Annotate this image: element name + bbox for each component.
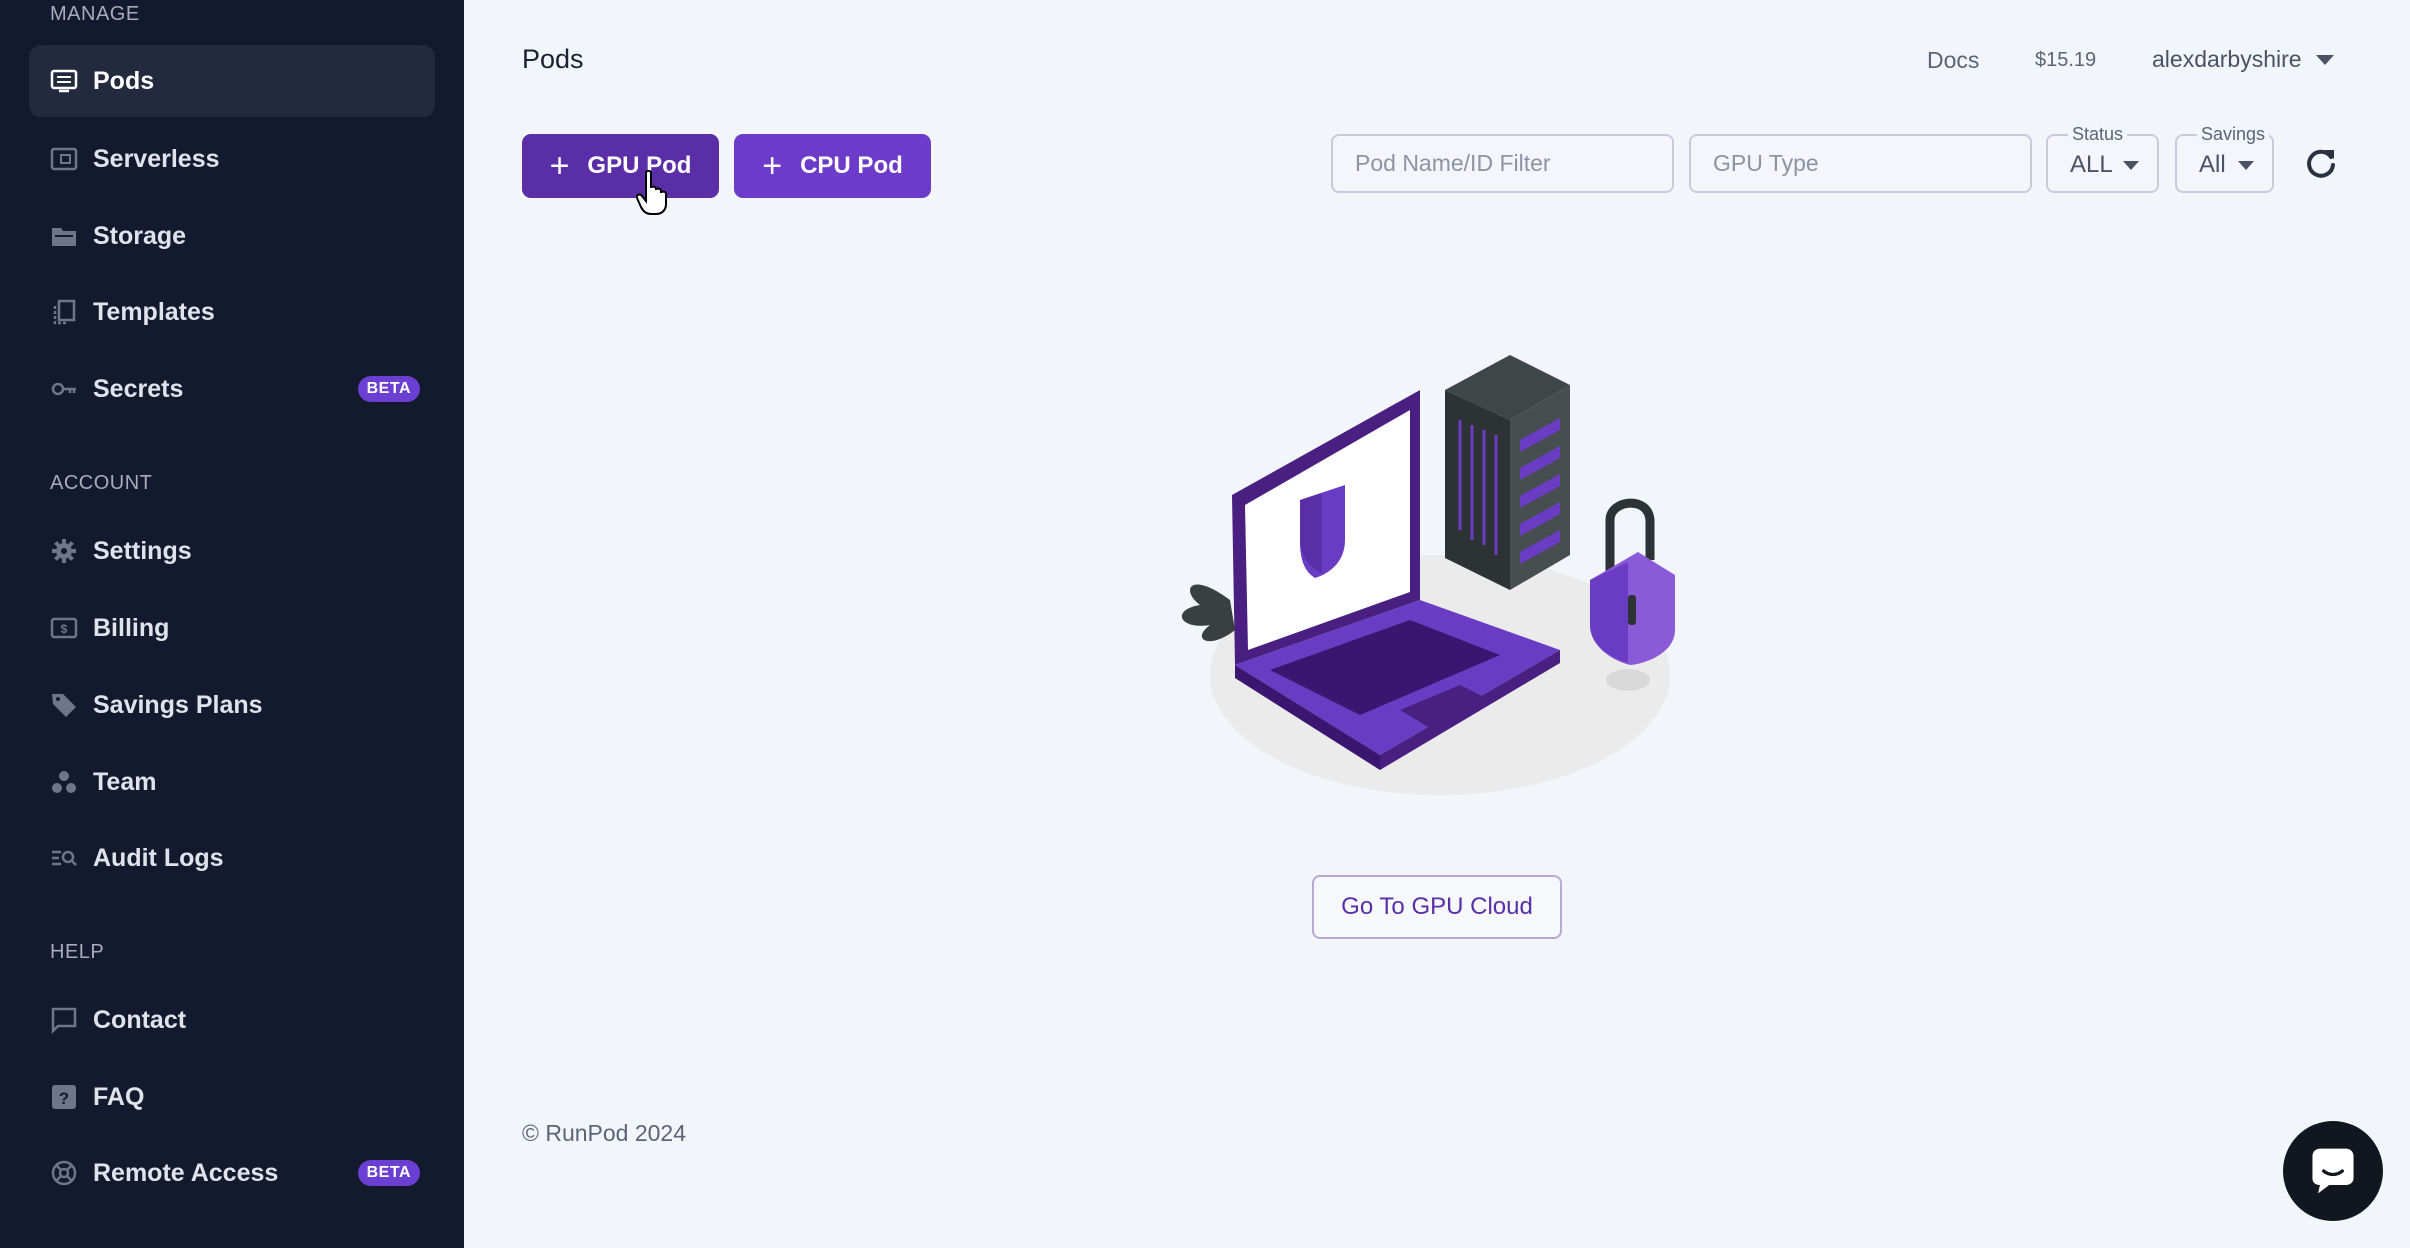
sidebar-item-audit-logs[interactable]: Audit Logs <box>29 822 435 894</box>
remote-access-icon <box>49 1158 79 1188</box>
plus-icon: + <box>762 147 783 185</box>
manage-section-label: MANAGE <box>50 3 140 25</box>
cpu-pod-label: CPU Pod <box>800 152 903 179</box>
sidebar-item-remote-access[interactable]: Remote Access BETA <box>29 1137 435 1209</box>
savings-select[interactable]: Savings All <box>2175 124 2274 193</box>
status-select[interactable]: Status ALL <box>2046 124 2159 193</box>
storage-icon <box>49 221 79 251</box>
sidebar-item-label: Billing <box>93 613 170 642</box>
footer-copyright: © RunPod 2024 <box>522 1120 687 1146</box>
chat-icon <box>49 1005 79 1035</box>
serverless-icon <box>49 144 79 174</box>
go-to-gpu-cloud-button[interactable]: Go To GPU Cloud <box>1312 875 1562 939</box>
key-icon <box>49 374 79 404</box>
refresh-icon[interactable] <box>2303 145 2339 181</box>
hand-pointer-icon <box>635 169 670 216</box>
sidebar-item-storage[interactable]: Storage <box>29 200 435 272</box>
sidebar-item-label: FAQ <box>93 1082 145 1111</box>
sidebar-item-secrets[interactable]: Secrets BETA <box>29 353 435 425</box>
chat-widget-button[interactable] <box>2283 1121 2383 1221</box>
sidebar-item-label: Storage <box>93 221 187 250</box>
sidebar-item-label: Team <box>93 767 157 796</box>
status-select-label: Status <box>2068 124 2128 145</box>
svg-text:?: ? <box>59 1089 69 1108</box>
docs-link[interactable]: Docs <box>1927 47 1979 74</box>
audit-logs-icon <box>49 843 79 873</box>
beta-badge: BETA <box>357 376 420 402</box>
sidebar-item-faq[interactable]: ? FAQ <box>29 1061 435 1133</box>
savings-select-label: Savings <box>2197 124 2270 145</box>
username: alexdarbyshire <box>2152 46 2302 72</box>
help-section-label: HELP <box>50 941 105 963</box>
user-menu[interactable]: alexdarbyshire <box>2152 46 2334 73</box>
svg-text:$: $ <box>61 622 68 636</box>
sidebar: MANAGE Pods Serverless Storage Templates… <box>0 0 464 1248</box>
sidebar-item-label: Settings <box>93 536 192 565</box>
sidebar-item-label: Audit Logs <box>93 843 224 872</box>
billing-icon: $ <box>49 613 79 643</box>
add-gpu-pod-button[interactable]: + GPU Pod <box>522 134 719 198</box>
sidebar-item-team[interactable]: Team <box>29 746 435 818</box>
sidebar-item-label: Contact <box>93 1005 187 1034</box>
gear-icon <box>49 536 79 566</box>
sidebar-item-label: Serverless <box>93 144 220 173</box>
sidebar-item-settings[interactable]: Settings <box>29 515 435 587</box>
empty-state-illustration <box>1170 330 1690 800</box>
caret-down-icon <box>2123 161 2139 170</box>
sidebar-item-label: Secrets <box>93 374 184 403</box>
sidebar-item-billing[interactable]: $ Billing <box>29 592 435 664</box>
sidebar-item-pods[interactable]: Pods <box>29 45 435 117</box>
sidebar-item-label: Templates <box>93 297 215 326</box>
savings-select-value: All <box>2199 151 2226 178</box>
sidebar-item-contact[interactable]: Contact <box>29 984 435 1056</box>
plus-icon: + <box>549 147 570 185</box>
account-balance: $15.19 <box>2035 49 2097 71</box>
templates-icon <box>49 297 79 327</box>
add-cpu-pod-button[interactable]: + CPU Pod <box>734 134 931 198</box>
question-icon: ? <box>49 1082 79 1112</box>
tag-icon <box>49 690 79 720</box>
sidebar-item-templates[interactable]: Templates <box>29 276 435 348</box>
sidebar-item-label: Pods <box>93 66 155 95</box>
sidebar-item-savings-plans[interactable]: Savings Plans <box>29 669 435 741</box>
team-icon <box>49 767 79 797</box>
sidebar-item-label: Savings Plans <box>93 690 263 719</box>
account-section-label: ACCOUNT <box>50 472 153 494</box>
sidebar-item-label: Remote Access <box>93 1158 279 1187</box>
page-title: Pods <box>522 44 584 74</box>
caret-down-icon <box>2238 161 2254 170</box>
sidebar-item-serverless[interactable]: Serverless <box>29 123 435 195</box>
status-select-value: ALL <box>2070 151 2113 178</box>
pods-icon <box>49 66 79 96</box>
beta-badge: BETA <box>357 1160 420 1186</box>
pod-name-filter-input[interactable] <box>1331 134 1674 193</box>
gpu-type-filter-input[interactable] <box>1689 134 2032 193</box>
caret-down-icon <box>2315 54 2334 65</box>
chat-bubble-icon <box>2312 1148 2354 1194</box>
